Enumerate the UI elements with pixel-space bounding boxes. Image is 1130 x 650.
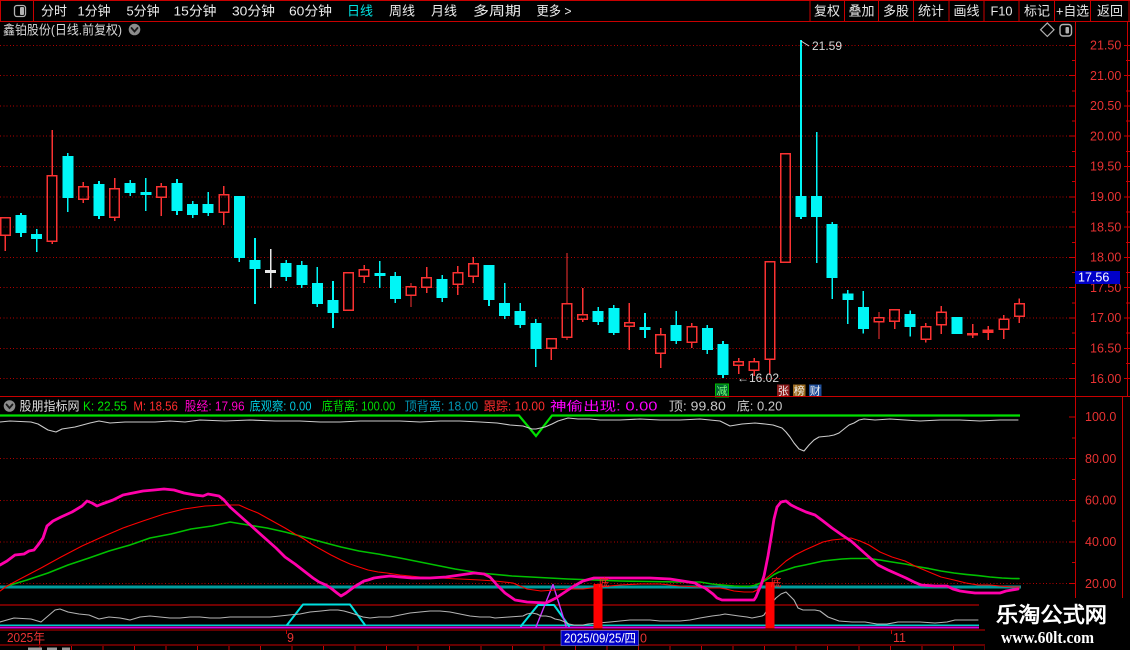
- svg-text:16.00: 16.00: [1090, 372, 1121, 386]
- svg-text:复权: 复权: [814, 4, 840, 19]
- svg-text:19.50: 19.50: [1090, 160, 1121, 174]
- svg-text:30分钟: 30分钟: [232, 4, 275, 19]
- svg-text:减: 减: [717, 385, 728, 398]
- svg-text:财: 财: [810, 384, 821, 398]
- svg-text:17.56: 17.56: [1078, 271, 1109, 285]
- svg-text:分时: 分时: [41, 4, 67, 19]
- svg-text:张: 张: [778, 385, 789, 398]
- svg-text:底背离: 100.00: 底背离: 100.00: [322, 399, 396, 414]
- svg-text:www.60lt.com: www.60lt.com: [1001, 628, 1094, 647]
- svg-text:2025/09/25/四: 2025/09/25/四: [564, 632, 636, 646]
- svg-text:5分钟: 5分钟: [127, 4, 160, 19]
- svg-text:18.50: 18.50: [1090, 220, 1121, 234]
- svg-text:21.50: 21.50: [1090, 39, 1121, 53]
- svg-text:画线: 画线: [954, 4, 980, 19]
- svg-text:0: 0: [640, 632, 647, 646]
- svg-text:100.0: 100.0: [1085, 410, 1116, 424]
- svg-text:21.00: 21.00: [1090, 69, 1121, 83]
- svg-text:80.00: 80.00: [1085, 452, 1116, 466]
- svg-text:19.00: 19.00: [1090, 190, 1121, 204]
- svg-text:60分钟: 60分钟: [289, 4, 332, 19]
- svg-text:60.00: 60.00: [1085, 494, 1116, 508]
- svg-text:9: 9: [287, 631, 294, 645]
- svg-text:20.00: 20.00: [1085, 577, 1116, 591]
- svg-text:底: 0.20: 底: 0.20: [737, 399, 783, 414]
- svg-text:21.59: 21.59: [812, 39, 842, 53]
- svg-text:16.50: 16.50: [1090, 342, 1121, 356]
- svg-text:股朋指标网: 股朋指标网: [20, 399, 80, 414]
- svg-text:18.00: 18.00: [1090, 251, 1121, 265]
- svg-text:顶背离: 18.00: 顶背离: 18.00: [405, 399, 479, 414]
- svg-text:20.00: 20.00: [1090, 129, 1121, 143]
- svg-text:跟踪: 10.00: 跟踪: 10.00: [484, 400, 545, 414]
- svg-text:←16.02: ←16.02: [737, 371, 779, 385]
- svg-text:底: 底: [771, 575, 782, 589]
- svg-text:17.00: 17.00: [1090, 311, 1121, 325]
- svg-text:鑫铂股份(日线.前复权): 鑫铂股份(日线.前复权): [3, 23, 122, 38]
- svg-text:F10: F10: [991, 4, 1013, 19]
- svg-text:统计: 统计: [918, 4, 944, 19]
- svg-text:底: 底: [599, 575, 610, 589]
- svg-text:2025年: 2025年: [7, 631, 45, 645]
- svg-text:多周期: 多周期: [473, 4, 521, 19]
- svg-text:40.00: 40.00: [1085, 535, 1116, 549]
- svg-text:11: 11: [893, 631, 906, 645]
- svg-text:月线: 月线: [431, 4, 457, 19]
- svg-text:返回: 返回: [1097, 4, 1123, 19]
- svg-text:乐淘公式网: 乐淘公式网: [996, 603, 1107, 627]
- svg-text:标记: 标记: [1024, 4, 1050, 19]
- svg-text:更多 >: 更多 >: [537, 4, 572, 19]
- svg-text:20.50: 20.50: [1090, 99, 1121, 113]
- svg-text:榜: 榜: [794, 384, 805, 398]
- svg-text:叠加: 叠加: [849, 4, 875, 19]
- svg-text:M: 18.56: M: 18.56: [133, 400, 178, 414]
- svg-text:底观察: 0.00: 底观察: 0.00: [250, 399, 312, 414]
- svg-text:神偷出现: 0.00: 神偷出现: 0.00: [550, 399, 658, 414]
- svg-text:日线: 日线: [347, 4, 373, 19]
- svg-text:15分钟: 15分钟: [174, 4, 217, 19]
- svg-text:K: 22.55: K: 22.55: [83, 400, 127, 414]
- svg-text:顶: 99.80: 顶: 99.80: [669, 400, 726, 414]
- svg-text:1分钟: 1分钟: [78, 4, 111, 19]
- svg-text:+自选: +自选: [1056, 4, 1089, 19]
- svg-text:股经: 17.96: 股经: 17.96: [185, 400, 245, 414]
- svg-text:多股: 多股: [883, 4, 909, 19]
- svg-text:周线: 周线: [389, 4, 415, 19]
